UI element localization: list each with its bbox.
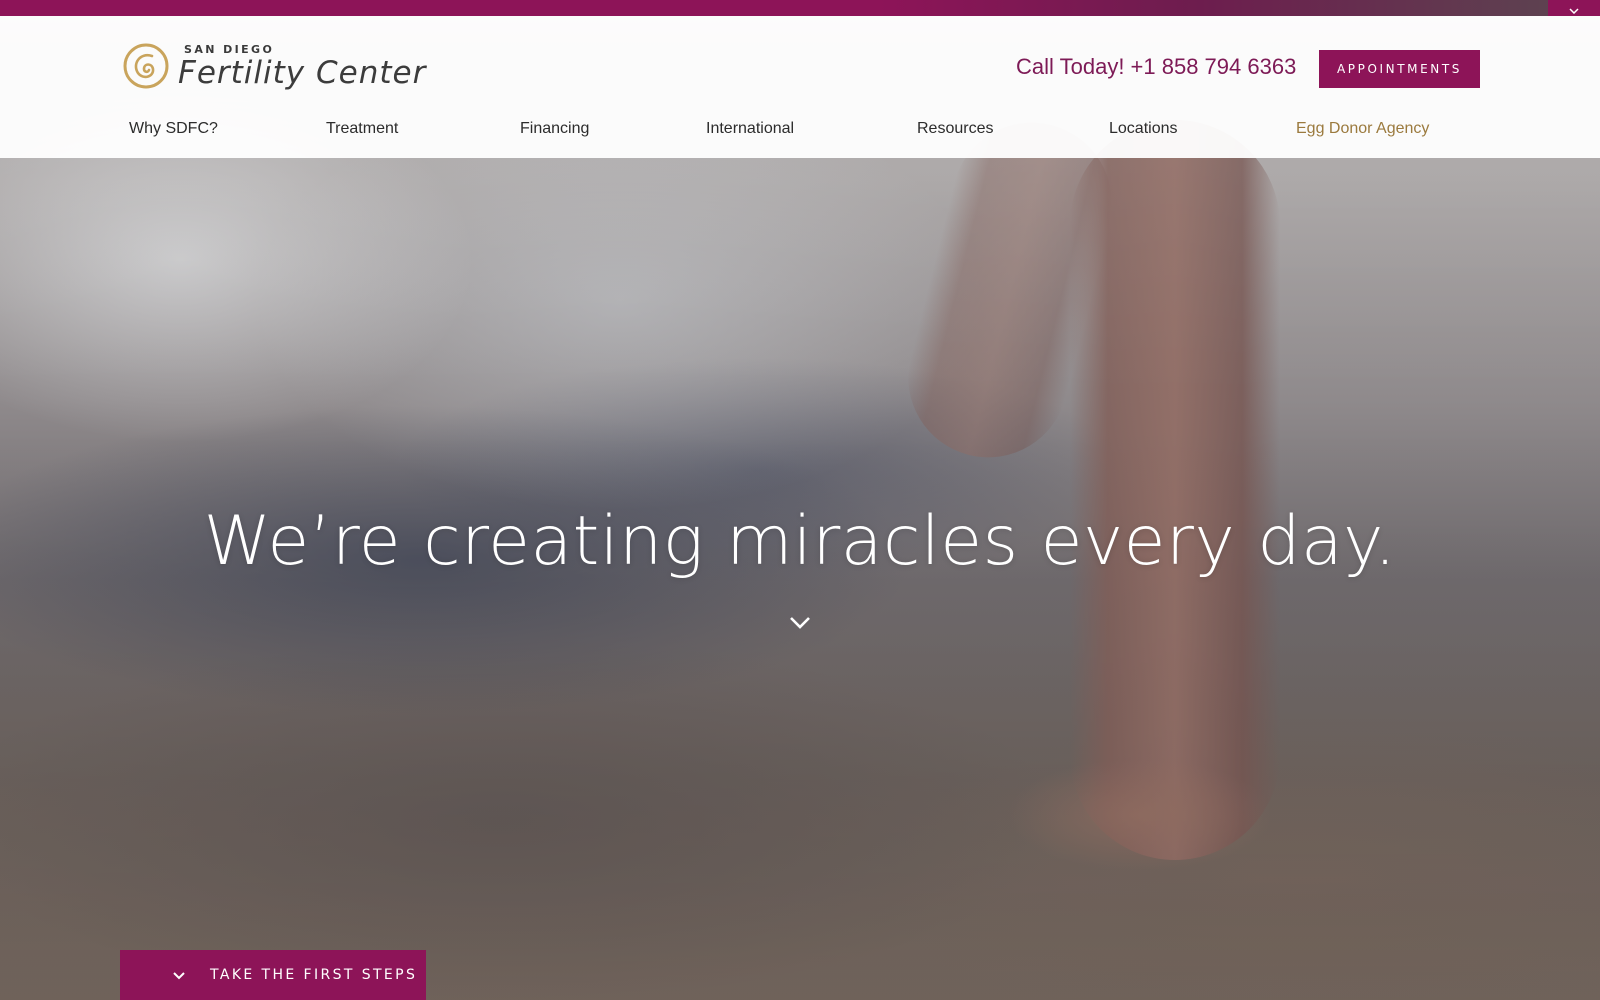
logo-city-text: SAN DIEGO [184, 42, 275, 56]
nav-item-treatment[interactable]: Treatment [326, 120, 398, 138]
top-strip-toggle-button[interactable] [1548, 0, 1600, 16]
logo-name-text: Fertility Center [178, 54, 427, 91]
top-utility-strip [0, 0, 1600, 16]
scroll-down-button[interactable] [785, 612, 815, 636]
chevron-down-icon [789, 615, 811, 634]
spiral-logo-icon [122, 42, 170, 90]
main-navigation: Why SDFC? Treatment Financing Internatio… [0, 112, 1600, 152]
nav-item-financing[interactable]: Financing [520, 120, 589, 138]
chevron-down-icon [172, 970, 186, 980]
logo-wordmark: SAN DIEGO Fertility Center [178, 43, 426, 90]
nav-item-resources[interactable]: Resources [917, 120, 993, 138]
nav-item-international[interactable]: International [706, 120, 794, 138]
hero-headline: We’re creating miracles every day. [203, 502, 1397, 581]
call-phone-link[interactable]: Call Today! +1 858 794 6363 [1016, 54, 1296, 80]
site-logo[interactable]: SAN DIEGO Fertility Center [122, 42, 426, 90]
appointments-button[interactable]: APPOINTMENTS [1319, 50, 1480, 88]
nav-item-locations[interactable]: Locations [1109, 120, 1178, 138]
nav-item-why-sdfc[interactable]: Why SDFC? [129, 120, 218, 138]
nav-item-egg-donor-agency[interactable]: Egg Donor Agency [1296, 120, 1429, 138]
take-first-steps-button[interactable]: TAKE THE FIRST STEPS [120, 950, 426, 1000]
take-first-steps-label: TAKE THE FIRST STEPS [210, 967, 418, 983]
site-header: SAN DIEGO Fertility Center Call Today! +… [0, 16, 1600, 158]
chevron-down-icon [1569, 0, 1579, 18]
